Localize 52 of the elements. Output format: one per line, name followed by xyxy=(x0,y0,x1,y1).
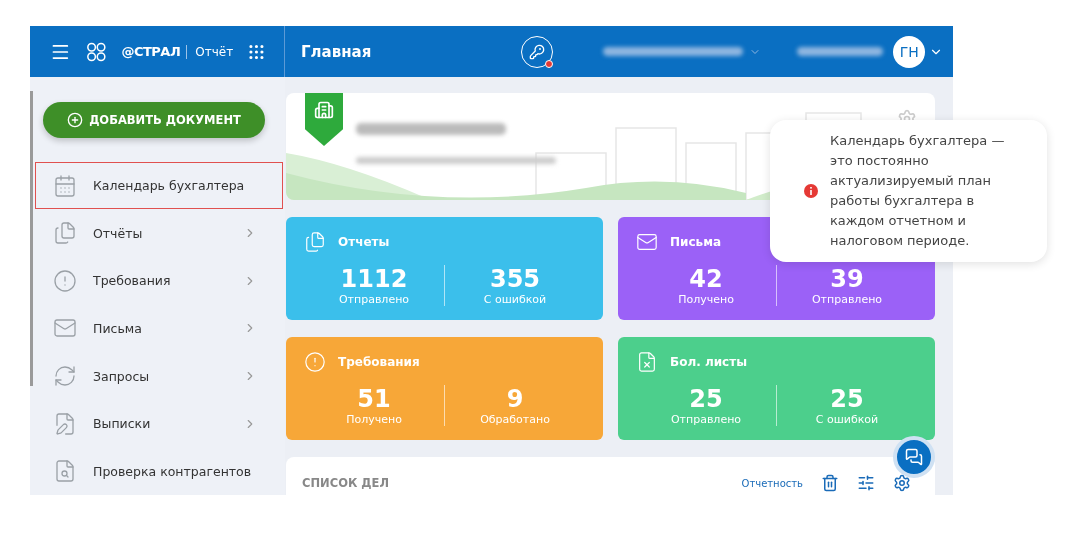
settings-icon[interactable] xyxy=(893,474,911,492)
stat-value: 51 xyxy=(357,385,391,413)
filter-link[interactable]: Отчетность xyxy=(741,477,803,489)
stat-label: С ошибкой xyxy=(483,293,547,306)
sidebar-item[interactable]: Требования xyxy=(35,257,283,305)
panel-title: СПИСОК ДЕЛ xyxy=(302,476,390,490)
documents-icon xyxy=(53,221,77,246)
envelope-icon xyxy=(636,231,658,253)
plus-icon xyxy=(67,111,84,128)
stat-value: 355 xyxy=(489,265,541,293)
card-title: Требования xyxy=(338,355,420,369)
stat-value: 25 xyxy=(689,385,723,413)
document-pen-icon xyxy=(53,411,77,436)
sliders-icon[interactable] xyxy=(857,474,875,492)
key-icon xyxy=(529,43,546,60)
stat-value: 1112 xyxy=(340,265,408,293)
stat-value: 42 xyxy=(689,265,723,293)
document-icon xyxy=(636,351,658,373)
sidebar-item[interactable]: Запросы xyxy=(35,352,283,400)
exclamation-icon xyxy=(53,268,77,293)
documents-icon xyxy=(304,231,326,253)
sidebar-item[interactable]: Проверка контрагентов xyxy=(35,447,283,495)
card-title: Отчеты xyxy=(338,235,390,249)
refresh-icon xyxy=(53,364,77,388)
stat-label: Отправлено xyxy=(670,413,742,426)
card-title: Письма xyxy=(670,235,722,249)
info-icon xyxy=(804,184,818,198)
sidebar-item[interactable]: Письма xyxy=(35,304,283,353)
exclamation-icon xyxy=(304,351,326,373)
stat-label: Обработано xyxy=(480,413,550,426)
logo-text: @СТРАЛ xyxy=(121,44,181,59)
document-search-icon xyxy=(53,459,77,484)
stat-value: 25 xyxy=(830,385,864,413)
stat-label: Отправлено xyxy=(338,293,410,306)
sidebar-item[interactable]: Отчёты xyxy=(35,209,283,258)
stat-label: Получено xyxy=(678,293,734,306)
stat-value: 39 xyxy=(830,265,864,293)
trash-icon[interactable] xyxy=(821,474,839,492)
page-title: Главная xyxy=(301,42,372,61)
product-name: Отчёт xyxy=(186,44,234,59)
sidebar-item[interactable]: Календарь бухгалтера xyxy=(35,161,283,210)
add-document-button[interactable]: ДОБАВИТЬ ДОКУМЕНТ xyxy=(43,102,265,138)
user-avatar[interactable]: ГН xyxy=(893,35,926,68)
sidebar-item[interactable]: Выписки xyxy=(35,399,283,448)
stat-label: С ошибкой xyxy=(815,413,879,426)
calendar-icon xyxy=(53,173,77,198)
card-title: Бол. листы xyxy=(670,355,748,369)
stat-label: Получено xyxy=(346,413,402,426)
chat-icon xyxy=(905,448,923,466)
logo-icon xyxy=(84,40,108,63)
stat-value: 9 xyxy=(506,385,524,413)
stat-label: Отправлено xyxy=(811,293,883,306)
